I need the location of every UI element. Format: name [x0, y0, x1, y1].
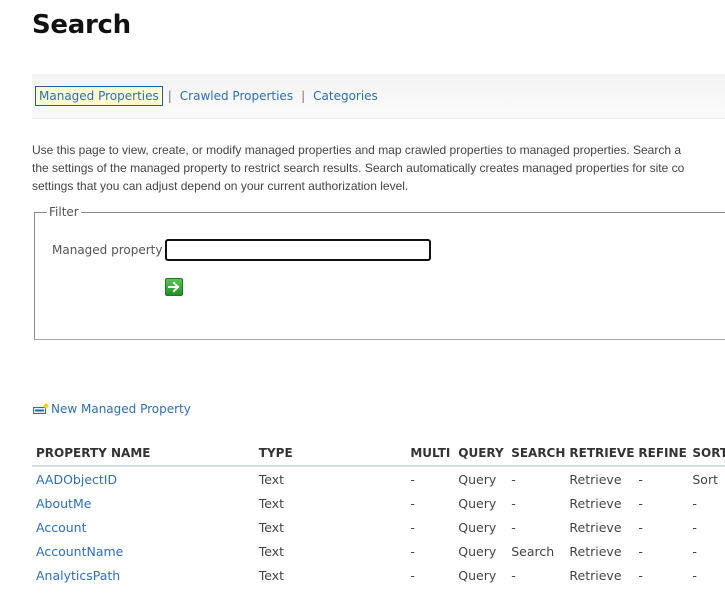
cell-retrieve: Retrieve: [569, 471, 622, 487]
filter-go-button[interactable]: [165, 278, 183, 296]
header-multi: MULTI: [410, 440, 459, 467]
header-property-name: PROPERTY NAME: [32, 440, 259, 467]
new-managed-property-label: New Managed Property: [51, 402, 191, 416]
new-managed-property-link[interactable]: New Managed Property: [33, 402, 191, 416]
cell-query: Query: [458, 567, 497, 583]
header-query: QUERY: [458, 440, 512, 467]
cell-type: Text: [258, 567, 285, 583]
cell-type: Text: [258, 519, 285, 535]
cell-sort: -: [692, 519, 697, 535]
cell-type: Text: [258, 543, 285, 559]
managed-property-input[interactable]: [165, 239, 431, 261]
cell-retrieve: Retrieve: [569, 567, 622, 583]
table-row: AboutMe Text - Query - Retrieve - -: [32, 491, 725, 515]
cell-type: Text: [258, 471, 285, 487]
table-row: AnalyticsPath Text - Query - Retrieve - …: [32, 563, 725, 587]
cell-retrieve: Retrieve: [569, 543, 622, 559]
table-row: AccountName Text - Query Search Retrieve…: [32, 539, 725, 563]
header-retrieve: RETRIEVE: [569, 440, 639, 467]
cell-sort: -: [692, 495, 697, 511]
cell-refine: -: [638, 567, 643, 583]
nav-managed-properties[interactable]: Managed Properties: [35, 86, 163, 106]
cell-query: Query: [458, 471, 497, 487]
cell-multi: -: [410, 471, 415, 487]
nav-crawled-properties[interactable]: Crawled Properties: [177, 87, 296, 105]
table-row: Account Text - Query - Retrieve - -: [32, 515, 725, 539]
nav-categories[interactable]: Categories: [310, 87, 381, 105]
cell-multi: -: [410, 543, 415, 559]
table-row: AADObjectID Text - Query - Retrieve - So…: [32, 466, 725, 491]
cell-multi: -: [410, 495, 415, 511]
cell-sort: -: [692, 543, 697, 559]
description-line: Use this page to view, create, or modify…: [32, 143, 682, 157]
cell-refine: -: [638, 471, 643, 487]
cell-refine: -: [638, 543, 643, 559]
managed-property-label: Managed property: [52, 243, 163, 257]
cell-sort: Sort: [692, 471, 718, 487]
cell-search: Search: [511, 543, 555, 559]
filter-legend: Filter: [47, 205, 81, 219]
managed-properties-table: PROPERTY NAME TYPE MULTI QUERY SEARCH RE…: [32, 440, 725, 587]
cell-refine: -: [638, 519, 643, 535]
cell-multi: -: [410, 567, 415, 583]
description-line: settings that you can adjust depend on y…: [32, 179, 409, 193]
cell-query: Query: [458, 519, 497, 535]
header-refine: REFINE: [638, 440, 693, 467]
property-name-link[interactable]: AccountName: [36, 544, 123, 559]
cell-query: Query: [458, 495, 497, 511]
cell-search: -: [511, 471, 516, 487]
header-search: SEARCH: [511, 440, 570, 467]
nav-separator: |: [167, 89, 172, 103]
cell-retrieve: Retrieve: [569, 519, 622, 535]
filter-group: Filter Managed property: [34, 205, 725, 340]
cell-multi: -: [410, 519, 415, 535]
cell-sort: -: [692, 567, 697, 583]
property-name-link[interactable]: AboutMe: [36, 496, 91, 511]
property-name-link[interactable]: AnalyticsPath: [36, 568, 120, 583]
page-description: Use this page to view, create, or modify…: [32, 141, 725, 195]
property-name-link[interactable]: AADObjectID: [36, 472, 117, 487]
cell-retrieve: Retrieve: [569, 495, 622, 511]
header-type: TYPE: [258, 440, 411, 467]
page-title: Search: [32, 10, 131, 40]
table-header-row: PROPERTY NAME TYPE MULTI QUERY SEARCH RE…: [32, 440, 725, 467]
cell-search: -: [511, 519, 516, 535]
nav-separator: |: [301, 89, 306, 103]
cell-search: -: [511, 495, 516, 511]
arrow-right-icon: [168, 281, 180, 293]
header-sort: SORT: [692, 440, 725, 467]
cell-type: Text: [258, 495, 285, 511]
property-name-link[interactable]: Account: [36, 520, 86, 535]
new-item-icon: [33, 403, 49, 414]
description-line: the settings of the managed property to …: [32, 161, 685, 175]
property-nav: Managed Properties | Crawled Properties …: [32, 74, 725, 119]
cell-query: Query: [458, 543, 497, 559]
cell-search: -: [511, 567, 516, 583]
cell-refine: -: [638, 495, 643, 511]
